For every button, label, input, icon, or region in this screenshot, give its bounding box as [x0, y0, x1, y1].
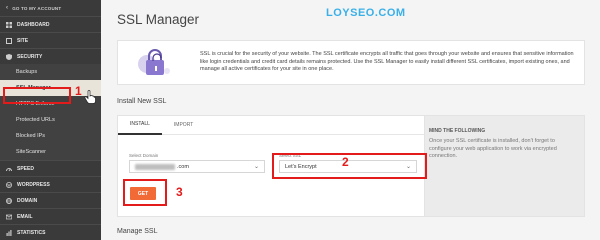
sidebar-item-label: Backups — [16, 69, 38, 75]
sidebar-item-speed[interactable]: SPEED — [0, 160, 101, 176]
sidebar-item-wordpress[interactable]: W WORDPRESS — [0, 176, 101, 192]
install-tabs: INSTALL IMPORT — [118, 116, 424, 135]
install-ssl-heading: Install New SSL — [117, 98, 167, 105]
sidebar-item-label: Blocked IPs — [16, 133, 46, 139]
domain-icon — [6, 197, 12, 204]
tab-import[interactable]: IMPORT — [162, 115, 205, 134]
wordpress-icon: W — [6, 181, 12, 188]
sidebar-item-sitescanner[interactable]: SiteScanner — [0, 144, 101, 160]
sidebar-item-protected-urls[interactable]: Protected URLs — [0, 112, 101, 128]
domain-select[interactable]: .com ⌄ — [129, 160, 265, 173]
info-box: SSL is crucial for the security of your … — [117, 40, 585, 85]
sidebar-item-label: STATISTICS — [17, 229, 46, 236]
go-to-account-link[interactable]: ‹ GO TO MY ACCOUNT — [0, 0, 101, 16]
step-number-2: 2 — [342, 155, 349, 169]
sidebar-item-label: SiteScanner — [16, 149, 46, 155]
manage-ssl-heading: Manage SSL — [117, 228, 158, 235]
sidebar-item-label: DASHBOARD — [17, 21, 50, 28]
sidebar-item-label: Protected URLs — [16, 117, 55, 123]
highlight-ssl-select — [272, 153, 427, 179]
go-to-account-label: GO TO MY ACCOUNT — [12, 5, 62, 11]
padlock-illustration-icon — [138, 49, 170, 75]
chevron-down-icon: ⌄ — [253, 164, 259, 170]
sidebar-item-label: WORDPRESS — [17, 181, 50, 188]
sidebar-item-email[interactable]: EMAIL — [0, 208, 101, 224]
sidebar: ‹ GO TO MY ACCOUNT DASHBOARD SITE SECURI… — [0, 0, 101, 240]
domain-label: Select Domain — [129, 153, 159, 158]
sidebar-item-statistics[interactable]: STATISTICS — [0, 224, 101, 240]
dashboard-icon — [6, 21, 12, 28]
hand-cursor-icon — [84, 90, 96, 104]
sidebar-item-security[interactable]: SECURITY — [0, 48, 101, 64]
chevron-left-icon: ‹ — [6, 5, 9, 11]
highlight-ssl-manager — [3, 87, 71, 104]
sidebar-item-label: SITE — [17, 37, 29, 44]
sidebar-item-blocked-ips[interactable]: Blocked IPs — [0, 128, 101, 144]
watermark-text: LOYSEO.COM — [326, 7, 406, 19]
sidebar-item-label: EMAIL — [17, 213, 33, 220]
highlight-get-button — [123, 179, 167, 206]
info-text: SSL is crucial for the security of your … — [200, 51, 574, 72]
sidebar-item-label: SPEED — [17, 165, 34, 172]
statistics-icon — [6, 229, 12, 236]
sidebar-item-label: SECURITY — [17, 53, 43, 60]
sidebar-item-site[interactable]: SITE — [0, 32, 101, 48]
page-title: SSL Manager — [117, 12, 200, 27]
mind-title: MIND THE FOLLOWING — [429, 128, 486, 134]
sidebar-item-backups[interactable]: Backups — [0, 64, 101, 80]
redacted-domain — [135, 163, 175, 170]
speed-icon — [6, 167, 12, 171]
step-number-1: 1 — [75, 84, 82, 98]
step-number-3: 3 — [176, 185, 183, 199]
domain-value: .com — [177, 163, 189, 170]
sidebar-item-domain[interactable]: DOMAIN — [0, 192, 101, 208]
main-content: SSL Manager LOYSEO.COM SSL is crucial fo… — [101, 0, 600, 240]
site-icon — [6, 37, 12, 44]
security-icon — [6, 53, 12, 60]
email-icon — [6, 214, 12, 219]
sidebar-item-dashboard[interactable]: DASHBOARD — [0, 16, 101, 32]
tab-install[interactable]: INSTALL — [118, 116, 162, 135]
sidebar-item-label: DOMAIN — [17, 197, 38, 204]
mind-the-following-box: MIND THE FOLLOWING Once your SSL certifi… — [425, 115, 585, 217]
mind-text: Once your SSL certificate is installed, … — [429, 138, 557, 159]
